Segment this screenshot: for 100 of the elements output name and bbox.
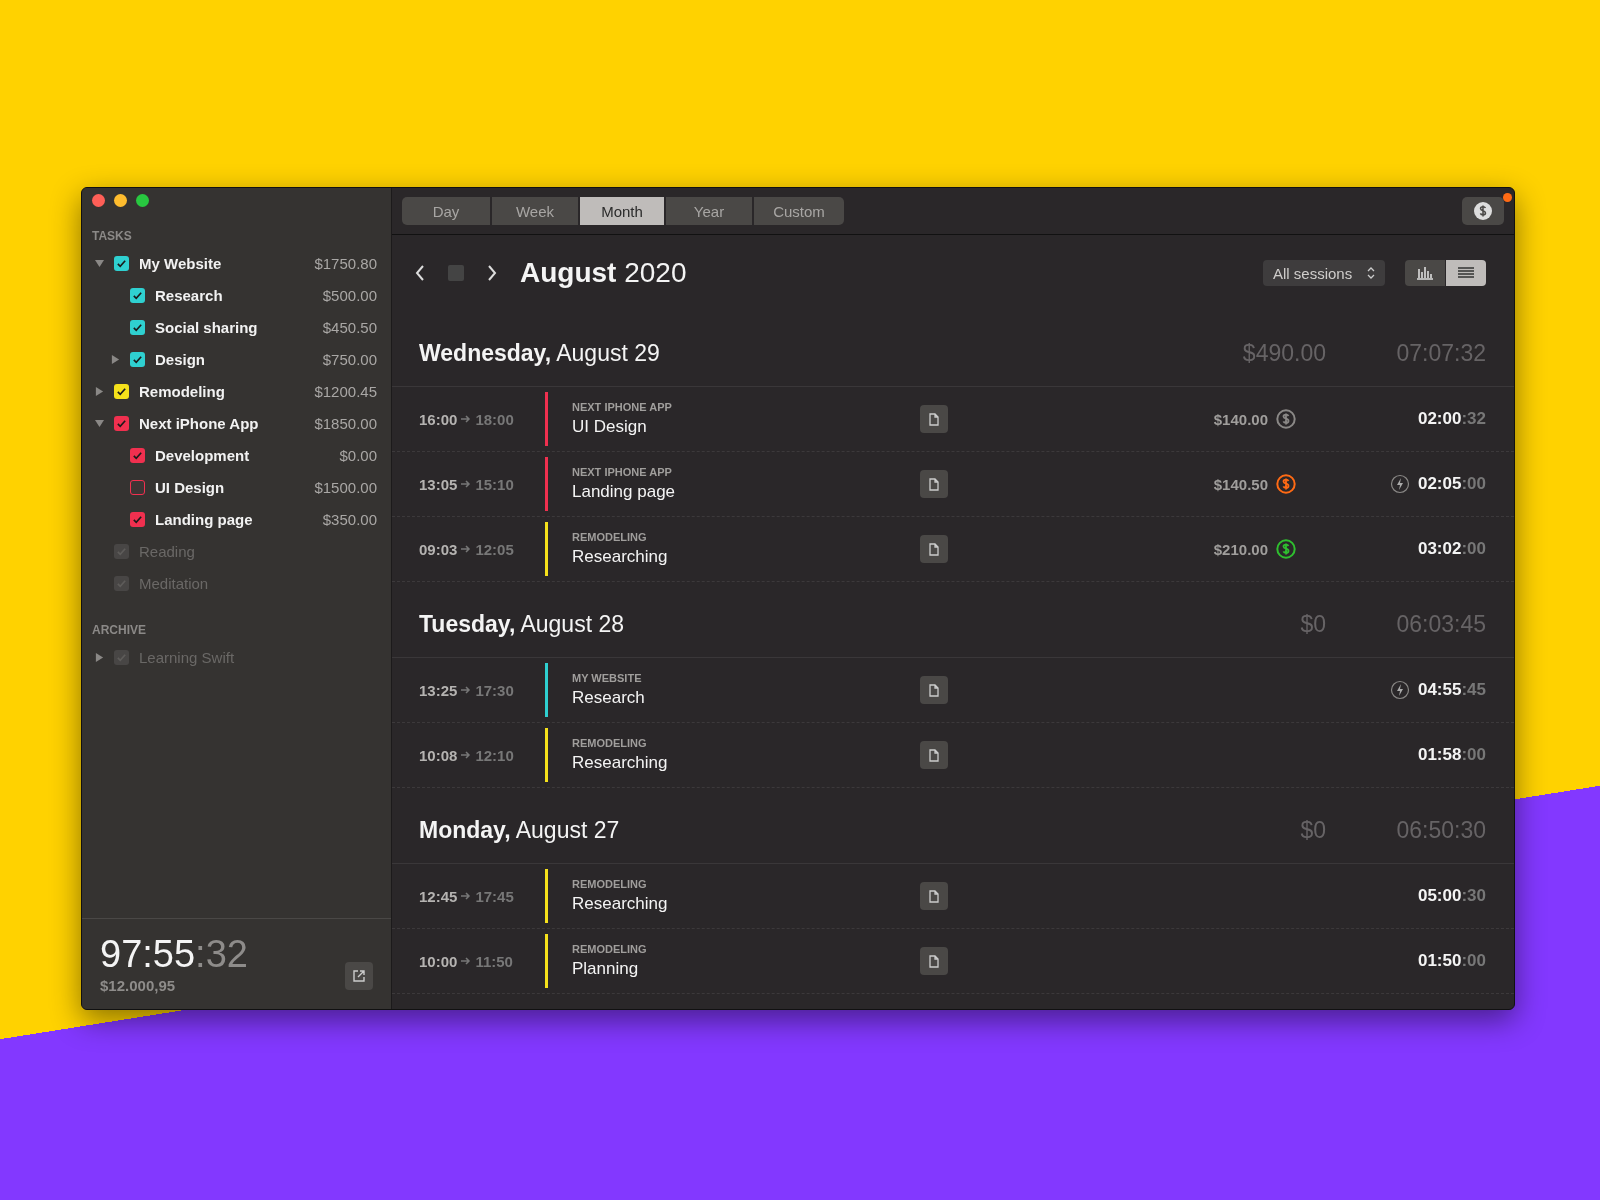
- end-time: 17:30: [475, 681, 514, 699]
- note-button[interactable]: [920, 676, 948, 704]
- previous-button[interactable]: [414, 264, 426, 282]
- arrow-icon: [461, 686, 472, 694]
- session-task: Researching: [572, 753, 668, 773]
- check-icon: [132, 321, 143, 333]
- period-tab[interactable]: Month: [580, 197, 664, 225]
- close-window-button[interactable]: [92, 194, 105, 207]
- task-amount: $1750.80: [314, 254, 377, 272]
- project-name: REMODELING: [572, 878, 647, 890]
- session-duration: 01:58:00: [1417, 745, 1486, 765]
- checkbox[interactable]: [130, 287, 145, 303]
- chevrons-icon: [1367, 267, 1375, 279]
- chart-view-button[interactable]: [1405, 260, 1445, 286]
- total-amount: $12.000,95: [100, 976, 176, 994]
- day-title: Tuesday, August 28: [419, 611, 624, 638]
- note-button[interactable]: [920, 882, 948, 910]
- project-name: NEXT IPHONE APP: [572, 466, 672, 478]
- start-time: 13:25: [419, 681, 458, 699]
- session-row[interactable]: 13:25 17:30 MY WEBSITE Research 04:55:45: [392, 658, 1514, 723]
- period-tab[interactable]: Custom: [754, 197, 844, 225]
- note-button[interactable]: [920, 470, 948, 498]
- session-row[interactable]: 13:05 15:10 NEXT IPHONE APP Landing page $140.50 02:05:00: [392, 452, 1514, 517]
- checkbox[interactable]: [114, 383, 129, 399]
- session-task: Landing page: [572, 482, 676, 502]
- checkbox[interactable]: [114, 255, 129, 271]
- start-time: 13:05: [419, 475, 458, 493]
- period-tab[interactable]: Day: [402, 197, 490, 225]
- session-filter[interactable]: All sessions: [1263, 260, 1385, 286]
- checkbox[interactable]: [130, 319, 145, 335]
- task-name[interactable]: Landing page: [155, 510, 253, 528]
- session-row[interactable]: 09:03 12:05 REMODELING Researching $210.00 03:02:00: [392, 517, 1514, 582]
- expand-triangle-icon[interactable]: [95, 386, 104, 396]
- chevron-left-icon: [414, 264, 426, 282]
- note-button[interactable]: [920, 535, 948, 563]
- task-name[interactable]: Remodeling: [139, 382, 225, 400]
- next-button[interactable]: [486, 264, 498, 282]
- period-tab[interactable]: Year: [666, 197, 752, 225]
- task-name[interactable]: Research: [155, 286, 223, 304]
- document-icon: [928, 889, 940, 903]
- task-name[interactable]: UI Design: [155, 478, 225, 496]
- export-button[interactable]: [345, 962, 373, 990]
- check-icon: [132, 513, 143, 525]
- arrow-icon: [461, 751, 472, 759]
- section-title: TASKS: [91, 228, 133, 245]
- start-time: 10:08: [419, 746, 458, 764]
- task-name[interactable]: Design: [155, 350, 205, 368]
- section-title: ARCHIVE: [91, 622, 147, 639]
- session-row[interactable]: 16:00 18:00 NEXT IPHONE APP UI Design $140.00 02:00:32: [392, 387, 1514, 452]
- collapse-triangle-icon[interactable]: [95, 418, 104, 428]
- session-amount: $140.50: [1213, 475, 1268, 493]
- task-amount: $350.00: [322, 510, 377, 528]
- task-name[interactable]: Development: [155, 446, 250, 464]
- start-time: 16:00: [419, 410, 458, 428]
- session-row[interactable]: 12:45 17:45 REMODELING Researching 05:00:30: [392, 864, 1514, 929]
- arrow-icon: [461, 957, 472, 965]
- day-duration: 06:50:30: [1395, 817, 1486, 844]
- note-button[interactable]: [920, 947, 948, 975]
- project-name: MY WEBSITE: [572, 672, 642, 684]
- collapse-triangle-icon[interactable]: [95, 258, 104, 268]
- minimize-window-button[interactable]: [114, 194, 127, 207]
- note-button[interactable]: [920, 741, 948, 769]
- billing-button[interactable]: [1462, 197, 1504, 225]
- project-name: REMODELING: [572, 943, 647, 955]
- checkbox[interactable]: [130, 447, 145, 463]
- checkbox[interactable]: [114, 415, 129, 431]
- end-time: 15:10: [475, 475, 514, 493]
- export-icon: [352, 969, 366, 983]
- day-amount: $0: [1299, 611, 1326, 638]
- note-button[interactable]: [920, 405, 948, 433]
- checkbox[interactable]: [130, 351, 145, 367]
- start-time: 10:00: [419, 952, 458, 970]
- list-view-button[interactable]: [1446, 260, 1486, 286]
- document-icon: [928, 683, 940, 697]
- session-row[interactable]: 10:00 11:50 REMODELING Planning 01:50:00: [392, 929, 1514, 994]
- checkbox[interactable]: [130, 479, 145, 495]
- session-task: Planning: [572, 959, 639, 979]
- check-icon: [132, 449, 143, 461]
- check-icon: [116, 417, 127, 429]
- document-icon: [928, 748, 940, 762]
- task-name[interactable]: My Website: [139, 254, 222, 272]
- project-name: REMODELING: [572, 737, 647, 749]
- task-name[interactable]: Social sharing: [155, 318, 258, 336]
- checkbox[interactable]: [130, 511, 145, 527]
- expand-triangle-icon[interactable]: [111, 354, 120, 364]
- session-amount: $140.00: [1213, 410, 1268, 428]
- document-icon: [928, 477, 940, 491]
- arrow-icon: [461, 480, 472, 488]
- task-amount: $1850.00: [314, 414, 377, 432]
- period-tab[interactable]: Week: [492, 197, 578, 225]
- session-task: Researching: [572, 894, 668, 914]
- project-name: NEXT IPHONE APP: [572, 401, 672, 413]
- day-duration: 06:03:45: [1395, 611, 1486, 638]
- session-row[interactable]: 10:08 12:10 REMODELING Researching 01:58:00: [392, 723, 1514, 788]
- task-name[interactable]: Next iPhone App: [139, 414, 259, 432]
- zoom-window-button[interactable]: [136, 194, 149, 207]
- chevron-right-icon: [486, 264, 498, 282]
- check-icon: [116, 257, 127, 269]
- month-title: August 2020: [520, 257, 687, 289]
- end-time: 11:50: [475, 952, 513, 970]
